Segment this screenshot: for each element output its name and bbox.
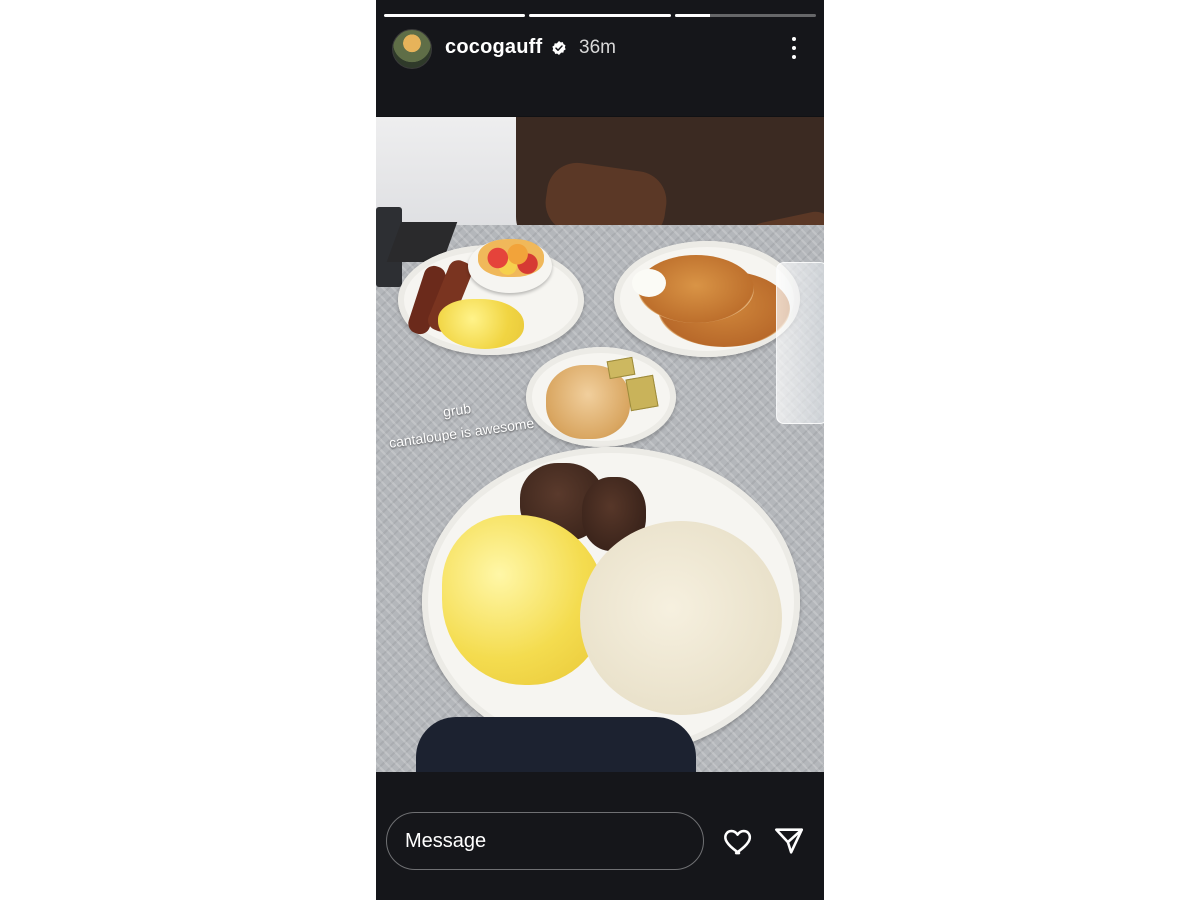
progress-segment [384,14,526,17]
story-viewer: cocogauff 36m grub cantaloupe is awesome… [376,0,824,900]
progress-fill [384,14,526,17]
menu-dot [792,46,796,50]
story-photo[interactable]: grub cantaloupe is awesome [376,117,824,772]
post-time: 36m [579,37,616,58]
progress-fill [674,14,710,17]
story-footer [376,772,824,900]
fruit [478,239,544,277]
progress-segment [674,14,816,17]
progress-fill [529,14,671,17]
water-glass [776,262,824,424]
story-progress-bar [384,14,816,17]
grits [580,521,782,715]
butter-packet [625,374,659,412]
verified-badge-icon [552,41,566,55]
send-icon[interactable] [772,824,806,858]
username[interactable]: cocogauff [445,36,542,59]
photo-lap [416,717,696,772]
progress-segment [529,14,671,17]
avatar[interactable] [392,29,432,69]
butter [632,269,666,297]
more-options-icon[interactable] [786,35,802,61]
menu-dot [792,55,796,59]
menu-dot [792,37,796,41]
story-header: cocogauff 36m [376,0,824,116]
message-input[interactable] [386,812,704,870]
heart-icon[interactable] [722,824,756,858]
